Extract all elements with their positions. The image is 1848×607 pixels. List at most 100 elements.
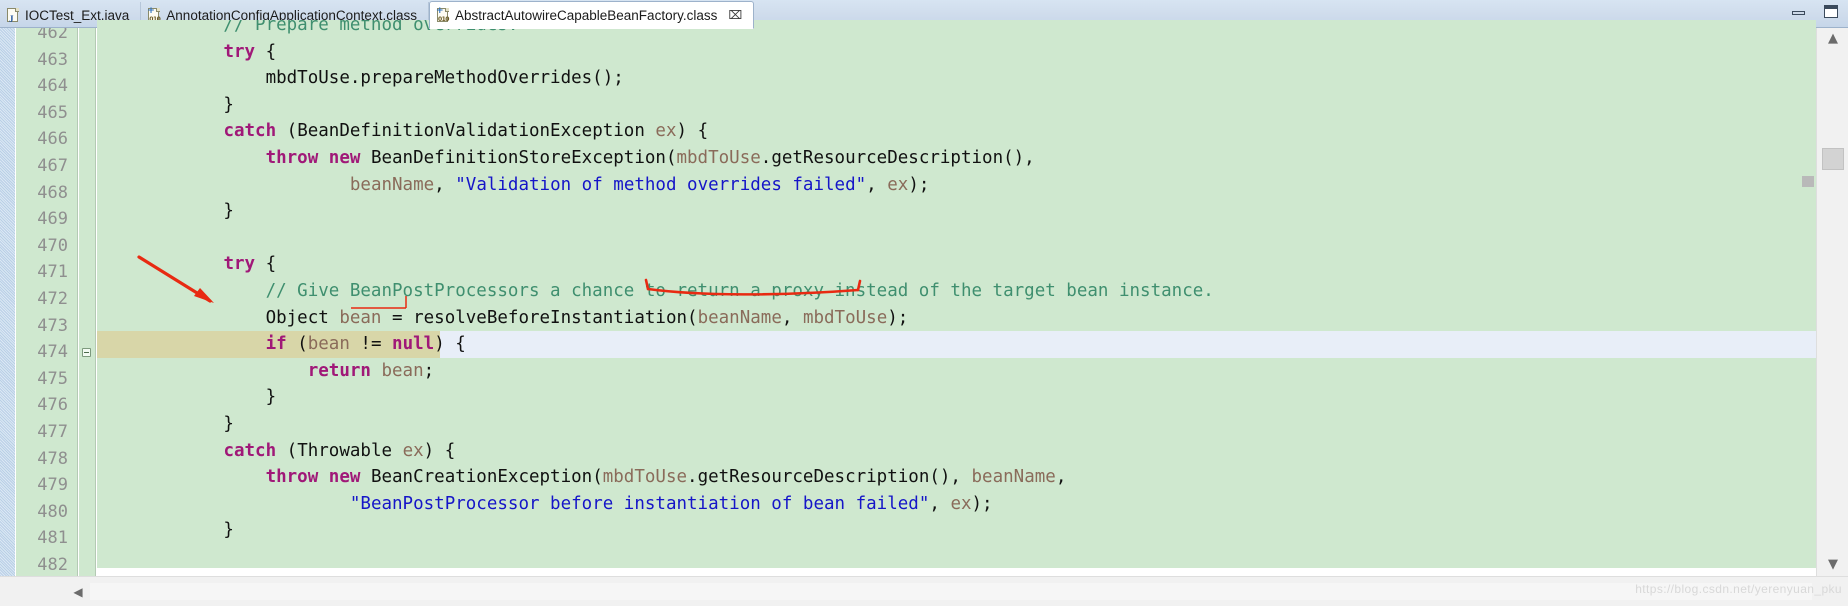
code-line-text: } xyxy=(97,520,234,540)
line-number: 477 xyxy=(37,421,68,442)
code-text-area[interactable]: // Prepare method overrides. try { mbdTo… xyxy=(97,20,1816,568)
code-line[interactable]: "BeanPostProcessor before instantiation … xyxy=(97,491,1816,518)
code-line-text: beanName, "Validation of method override… xyxy=(97,174,930,195)
code-token: try xyxy=(223,41,256,62)
code-token: throw new xyxy=(265,467,361,488)
code-token: BeanDefinitionStoreException( xyxy=(360,147,677,168)
code-token: mbdToUse xyxy=(602,467,688,488)
code-token: } xyxy=(97,94,234,115)
code-token: ( xyxy=(286,334,308,355)
code-token: if xyxy=(265,334,287,355)
overview-ruler-mark[interactable] xyxy=(1802,176,1814,187)
code-line-text: Object bean = resolveBeforeInstantiation… xyxy=(97,307,909,328)
code-line[interactable]: } xyxy=(97,411,1816,438)
scroll-up-icon[interactable]: ▲ xyxy=(1817,28,1848,50)
code-token: = resolveBeforeInstantiation( xyxy=(381,307,698,328)
scroll-left-icon[interactable]: ◀ xyxy=(66,577,90,607)
code-token: try xyxy=(223,254,256,275)
code-line-text: return bean; xyxy=(97,361,434,381)
line-number: 465 xyxy=(37,102,68,123)
code-line-text: try { xyxy=(97,42,276,62)
vertical-scrollbar[interactable]: ▲ ▼ xyxy=(1816,28,1848,576)
watermark-text: https://blog.csdn.net/yerenyuan_pku xyxy=(1635,582,1842,596)
code-line[interactable]: beanName, "Validation of method override… xyxy=(97,172,1816,199)
line-number: 472 xyxy=(37,288,68,309)
code-token: , xyxy=(781,307,803,328)
code-token: { xyxy=(255,41,277,62)
code-token: .getResourceDescription(), xyxy=(760,147,1035,168)
code-token: bean xyxy=(381,360,424,381)
editor-marker-bar[interactable] xyxy=(0,28,16,576)
code-line-text: } xyxy=(97,201,234,221)
code-token: beanName xyxy=(697,307,782,328)
code-line-text: try { xyxy=(97,254,276,274)
code-line[interactable]: catch (Throwable ex) { xyxy=(97,438,1816,465)
code-token: bean xyxy=(307,334,350,355)
code-line-text: catch (Throwable ex) { xyxy=(97,441,455,461)
code-line[interactable] xyxy=(97,544,1816,568)
code-line[interactable]: Object bean = resolveBeforeInstantiation… xyxy=(97,305,1816,332)
code-line[interactable]: // Prepare method overrides. xyxy=(97,20,1816,39)
code-line-text: catch (BeanDefinitionValidationException… xyxy=(97,121,708,141)
code-line[interactable]: throw new BeanCreationException(mbdToUse… xyxy=(97,464,1816,491)
line-number: 467 xyxy=(37,155,68,176)
vertical-scrollbar-thumb[interactable] xyxy=(1822,148,1844,170)
code-folding-column[interactable] xyxy=(79,28,96,576)
code-line[interactable]: return bean; xyxy=(97,358,1816,385)
code-token: "BeanPostProcessor before instantiation … xyxy=(349,493,930,514)
horizontal-scrollbar-track[interactable] xyxy=(90,583,1812,600)
horizontal-scrollbar[interactable]: ◀ xyxy=(0,576,1848,606)
code-line[interactable]: } xyxy=(97,384,1816,411)
code-token: } xyxy=(97,201,234,222)
code-line[interactable]: } xyxy=(97,198,1816,225)
code-token: (BeanDefinitionValidationException xyxy=(276,121,656,142)
code-token: mbdToUse xyxy=(802,307,888,328)
line-number: 473 xyxy=(37,315,68,336)
code-line[interactable]: } xyxy=(97,92,1816,119)
window-controls xyxy=(1790,4,1840,20)
line-number-gutter: 462 463 464 465 466 467 468 469 470 471 472 473 474 4… xyxy=(16,28,78,576)
line-number: 471 xyxy=(37,262,68,283)
code-line-text: throw new BeanCreationException(mbdToUse… xyxy=(97,467,1067,488)
code-line-text: } xyxy=(97,387,277,408)
code-line[interactable]: catch (BeanDefinitionValidationException… xyxy=(97,118,1816,145)
line-number: 463 xyxy=(37,49,68,70)
code-line[interactable]: throw new BeanDefinitionStoreException(m… xyxy=(97,145,1816,172)
code-line[interactable]: } xyxy=(97,517,1816,544)
code-token: throw new xyxy=(265,147,361,168)
code-line-text: throw new BeanDefinitionStoreException(m… xyxy=(97,148,1035,168)
code-line-text: } xyxy=(97,414,234,434)
code-token: , xyxy=(929,493,951,514)
scroll-down-icon[interactable]: ▼ xyxy=(1817,554,1848,576)
code-token: != xyxy=(349,334,393,355)
code-line[interactable]: try { xyxy=(97,251,1816,278)
maximize-icon[interactable] xyxy=(1822,4,1840,20)
minimize-icon[interactable] xyxy=(1790,4,1808,20)
editor-tab-2[interactable]: +010 AbstractAutowireCapableBeanFactory.c… xyxy=(428,1,755,29)
line-number: 466 xyxy=(37,129,68,150)
code-token: } xyxy=(97,387,277,408)
close-tab-icon[interactable]: ⌧ xyxy=(728,9,742,21)
code-token: beanName xyxy=(971,467,1056,488)
line-number: 475 xyxy=(37,368,68,389)
code-line[interactable]: try { xyxy=(97,39,1816,66)
code-line[interactable]: if (bean != null) { xyxy=(97,331,1816,358)
code-token: catch xyxy=(223,440,277,461)
fold-collapse-icon[interactable] xyxy=(82,348,91,357)
code-token: ) { xyxy=(676,121,709,142)
code-line[interactable]: // Give BeanPostProcessors a chance to r… xyxy=(97,278,1816,305)
code-line[interactable] xyxy=(97,225,1816,252)
code-line[interactable]: mbdToUse.prepareMethodOverrides(); xyxy=(97,65,1816,92)
code-token: BeanCreationException( xyxy=(360,467,603,488)
code-token: beanName xyxy=(349,174,435,195)
code-line-text: "BeanPostProcessor before instantiation … xyxy=(97,494,993,514)
code-token: (Throwable xyxy=(276,440,403,461)
code-token: { xyxy=(255,254,277,275)
code-line-text: mbdToUse.prepareMethodOverrides(); xyxy=(97,68,624,88)
line-number: 468 xyxy=(37,182,68,203)
